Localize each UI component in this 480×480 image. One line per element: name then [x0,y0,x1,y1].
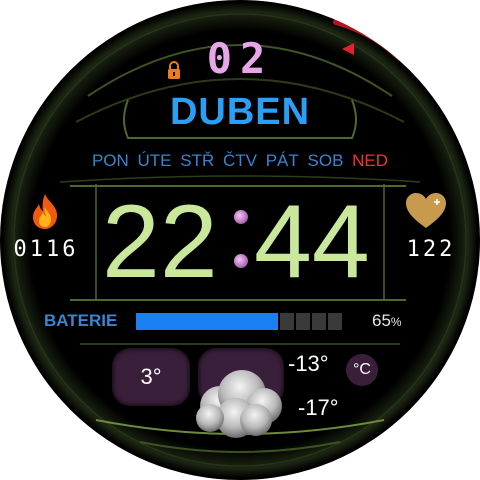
weekday-thu: ČTV [222,151,257,170]
battery-bar-segment [312,313,326,330]
weekday-fri: PÁT [265,151,299,170]
colon-dot-top [234,210,248,224]
lock-icon [168,61,180,79]
max-temperature: -13° [288,351,329,376]
current-temperature: 3° [112,348,190,406]
weekday-tue: ÚTE [137,151,172,170]
flame-icon [33,194,58,229]
battery-label: BATERIE [44,311,118,330]
battery-percent: 65% [372,310,402,333]
colon-dot-bottom [234,254,248,268]
battery-bar [136,313,354,330]
battery-bar-segment [280,313,294,330]
time-hours: 22 [102,184,218,300]
alarm-indicator-icon [342,43,354,55]
cloud-icon [196,370,282,438]
digital-time: 22 44 [96,186,388,298]
battery-percent-value: 65 [372,311,391,330]
weekday-wed: STŘ [180,151,215,170]
watch-face: 02 DUBEN PON ÚTE STŘ ČTV PÁT SOB NED 011… [0,0,480,480]
battery-bar-segment [296,313,310,330]
weekday-row: PON ÚTE STŘ ČTV PÁT SOB NED [60,150,420,172]
battery-percent-sign: % [390,315,402,329]
heart-rate-value: 122 [406,237,456,262]
time-minutes: 44 [254,184,370,300]
weekday-sat: SOB [307,151,344,170]
heart-icon[interactable] [404,192,448,230]
day-number: 02 [206,34,274,83]
steps-count: 0116 [13,237,79,262]
temperature-unit[interactable]: °C [346,354,378,386]
battery-bar-segment [328,313,342,330]
weekday-mon: PON [91,151,129,170]
min-temperature: -17° [298,395,339,420]
month-name: DUBEN [169,91,311,133]
weekday-sun: NED [352,151,389,170]
battery-bar-fill [136,313,278,330]
